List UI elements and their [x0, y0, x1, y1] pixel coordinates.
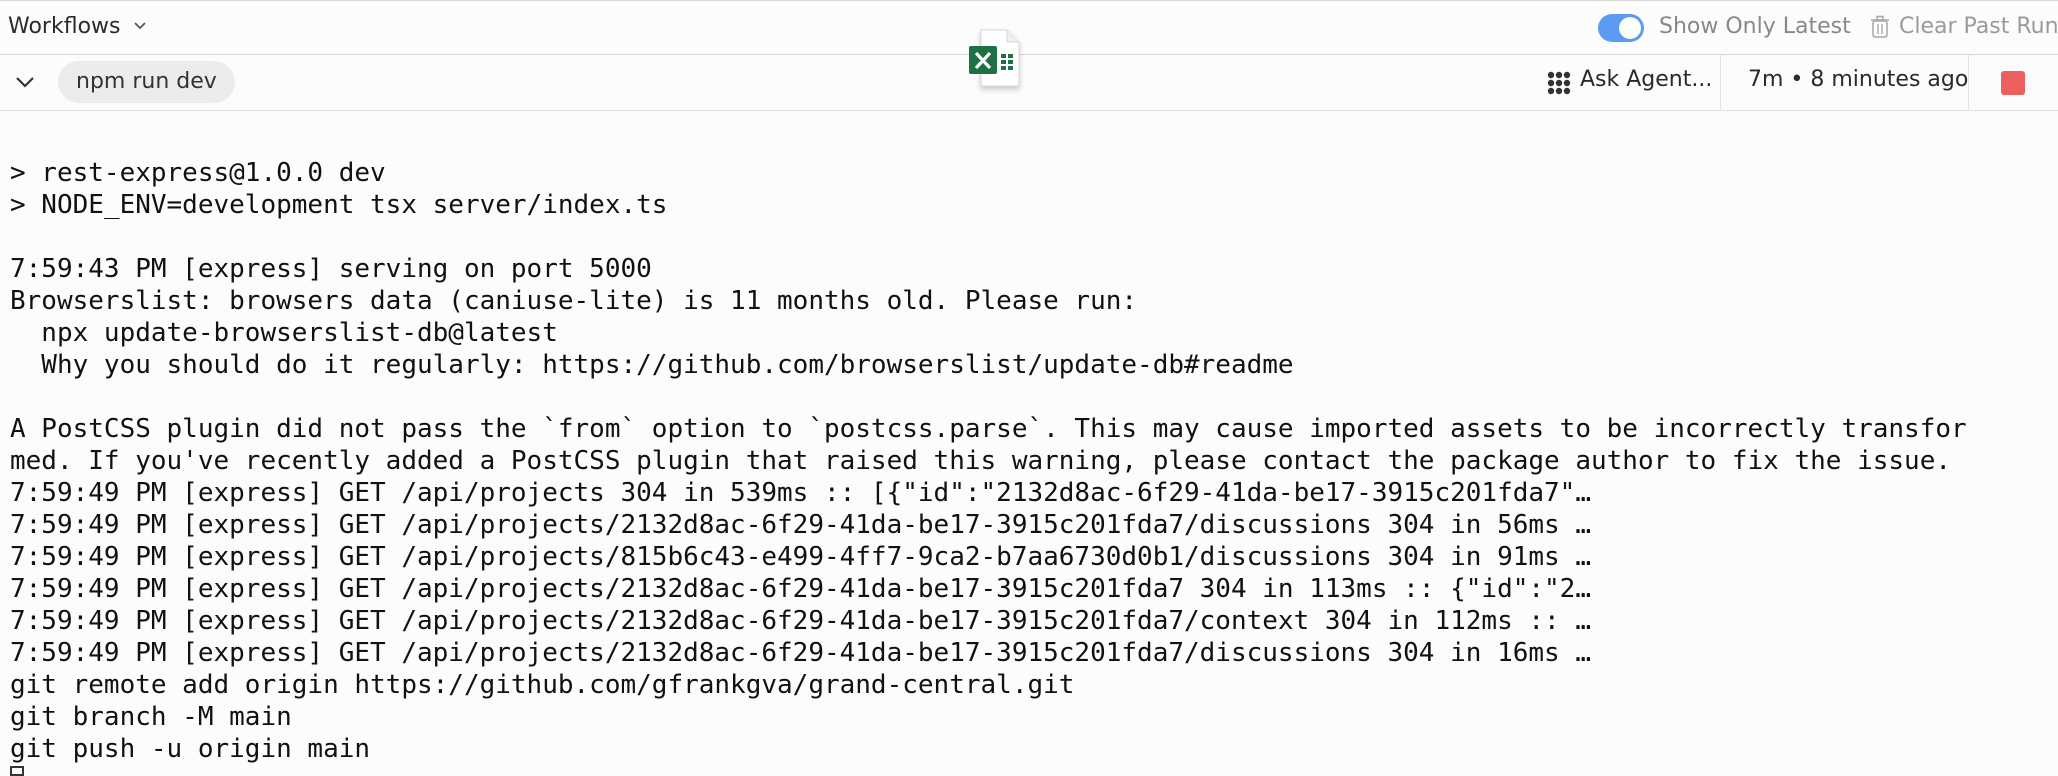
console-line: git remote add origin https://github.com…	[10, 670, 1075, 700]
workflows-dropdown-label[interactable]: Workflows	[8, 14, 120, 39]
run-command-pill[interactable]: npm run dev	[58, 61, 235, 103]
console-line: Why you should do it regularly: https://…	[10, 350, 1294, 380]
show-only-latest-label[interactable]: Show Only Latest	[1659, 14, 1851, 39]
ask-agent-button[interactable]: Ask Agent...	[1580, 67, 1712, 92]
workflows-header: Workflows Show Only Latest Clear Past Ru…	[0, 0, 2058, 55]
console-line: med. If you've recently added a PostCSS …	[10, 446, 1952, 476]
console-line: 7:59:49 PM [express] GET /api/projects/8…	[10, 542, 1591, 572]
divider	[1968, 55, 1969, 111]
console-line: git branch -M main	[10, 702, 292, 732]
console-line: 7:59:49 PM [express] GET /api/projects/2…	[10, 638, 1591, 668]
console-line: 7:59:49 PM [express] GET /api/projects 3…	[10, 478, 1591, 508]
console-line: 7:59:49 PM [express] GET /api/projects/2…	[10, 510, 1591, 540]
toggle-knob	[1619, 17, 1641, 39]
console-line: npx update-browserslist-db@latest	[10, 318, 558, 348]
divider	[1720, 55, 1721, 111]
run-header: npm run dev Ask Agent... 7m • 8 minutes …	[0, 55, 2058, 111]
console-line: A PostCSS plugin did not pass the `from`…	[10, 414, 1967, 444]
console-line: > rest-express@1.0.0 dev	[10, 158, 386, 188]
excel-file-icon	[969, 29, 1020, 87]
console-line: 7:59:43 PM [express] serving on port 500…	[10, 254, 652, 284]
run-elapsed-time: 7m • 8 minutes ago	[1748, 67, 1969, 92]
terminal-cursor	[10, 766, 24, 776]
trash-icon[interactable]	[1870, 15, 1890, 39]
console-output[interactable]: > rest-express@1.0.0 dev > NODE_ENV=devel…	[10, 125, 2050, 774]
agent-icon	[1547, 71, 1571, 95]
console-line: git push -u origin main	[10, 734, 371, 764]
console-line: 7:59:49 PM [express] GET /api/projects/2…	[10, 574, 1591, 604]
console-line: Browserslist: browsers data (caniuse-lit…	[10, 286, 1138, 316]
clear-past-runs-button[interactable]: Clear Past Run	[1899, 14, 2058, 39]
chevron-down-icon[interactable]	[133, 21, 147, 31]
show-only-latest-toggle[interactable]	[1598, 14, 1644, 42]
stop-button[interactable]	[2001, 71, 2025, 95]
chevron-down-icon[interactable]	[14, 75, 36, 89]
console-line: > NODE_ENV=development tsx server/index.…	[10, 190, 668, 220]
console-line: 7:59:49 PM [express] GET /api/projects/2…	[10, 606, 1591, 636]
